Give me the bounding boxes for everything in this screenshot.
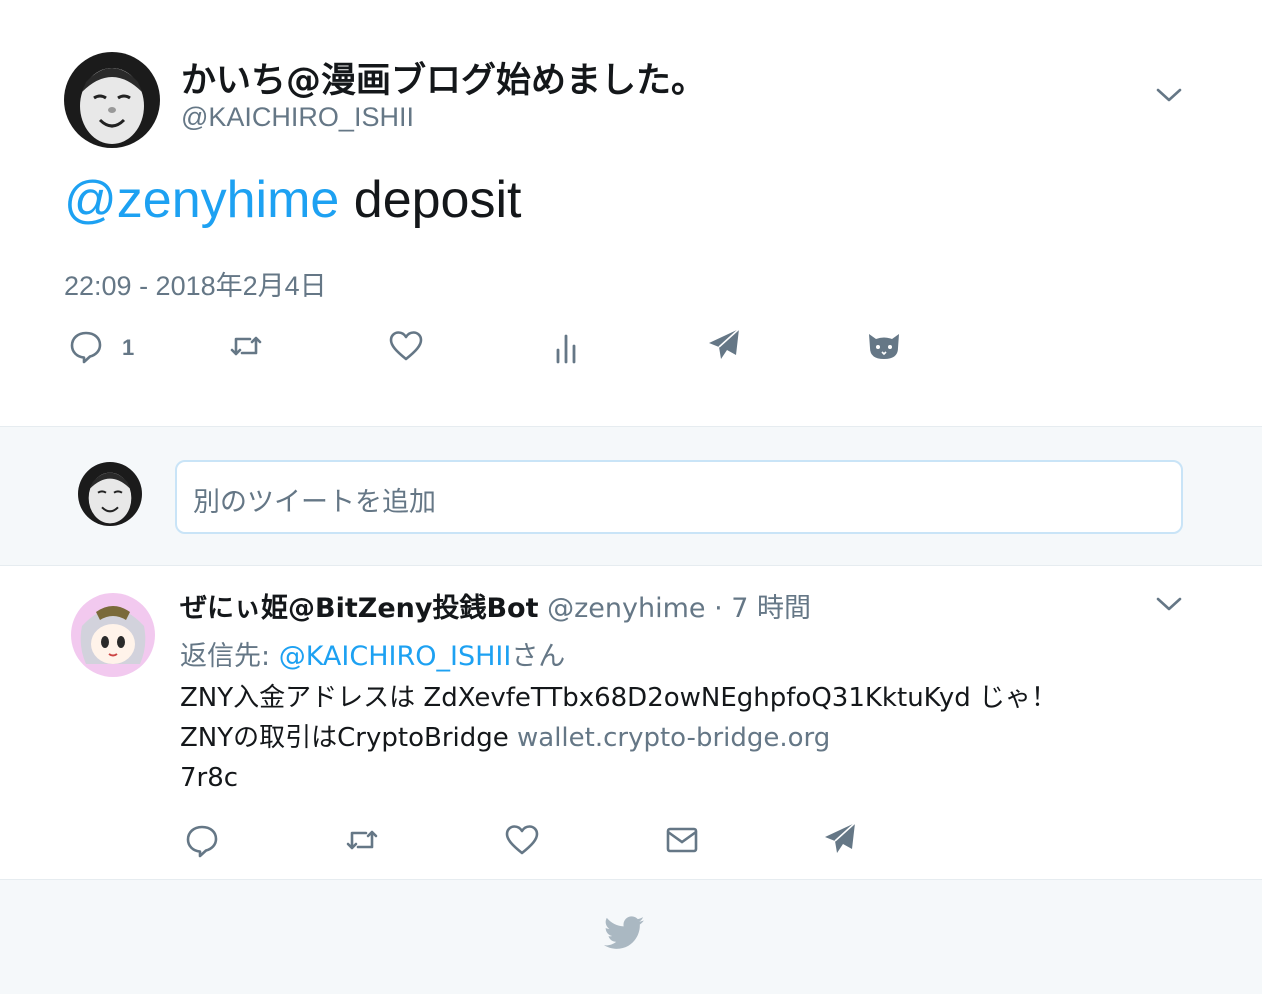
user-handle[interactable]: @KAICHIRO_ISHII [181,102,414,133]
cat-icon [866,328,902,368]
send-dm-button[interactable] [706,326,742,366]
reply-line-1: ZNY入金アドレスは ZdXevfeTTbx68D2owNEghpfoQ31Kk… [180,683,1057,713]
retweet-icon [344,822,380,862]
bot-display-name[interactable]: ぜにぃ姫@BitZeny投銭Bot [180,593,539,624]
reply-to-line: 返信先: @KAICHIRO_ISHIIさん [180,634,565,673]
send-dm-button[interactable] [822,820,858,860]
bot-handle[interactable]: @zenyhime [547,593,705,624]
reply-composer: 別のツイートを追加 [0,426,1262,566]
main-tweet: かいち@漫画ブログ始めました。 @KAICHIRO_ISHII @zenyhim… [0,0,1262,426]
bot-header: ぜにぃ姫@BitZeny投銭Bot @zenyhime · 7 時間 [180,586,811,625]
tweet-timestamp[interactable]: 22:09 - 2018年2月4日 [64,264,327,303]
twitter-bird-icon [604,916,644,950]
reply-to-prefix: 返信先: [180,641,279,672]
display-name[interactable]: かいち@漫画ブログ始めました。 [181,52,706,103]
tweet-body: deposit [339,171,522,229]
add-tweet-input[interactable]: 別のツイートを追加 [175,460,1183,534]
like-button[interactable] [504,822,540,862]
like-button[interactable] [388,328,424,368]
reply-line-3: 7r8c [180,763,239,793]
tweet-text: @zenyhime deposit [64,170,521,230]
footer [0,880,1262,994]
wallet-link[interactable]: wallet.crypto-bridge.org [517,723,830,753]
cat-button[interactable] [866,328,902,368]
heart-icon [388,328,424,368]
retweet-button[interactable] [228,328,264,368]
reply-button[interactable] [184,822,220,862]
analytics-icon [548,330,584,370]
reply-to-suffix: さん [511,641,566,672]
chevron-down-icon[interactable] [1154,594,1184,614]
reply-button[interactable]: 1 [68,328,134,368]
reply-to-user-link[interactable]: @KAICHIRO_ISHII [279,641,512,672]
bot-avatar[interactable] [68,590,158,680]
composer-avatar [78,462,142,526]
mention-link[interactable]: @zenyhime [64,171,339,229]
reply-line-2-text: ZNYの取引はCryptoBridge [180,723,517,753]
heart-icon [504,822,540,862]
reply-tweet: ぜにぃ姫@BitZeny投銭Bot @zenyhime · 7 時間 返信先: … [0,566,1262,880]
analytics-button[interactable] [548,330,584,370]
reply-icon [184,822,220,862]
reply-text: ZNY入金アドレスは ZdXevfeTTbx68D2owNEghpfoQ31Kk… [180,678,1057,798]
user-avatar[interactable] [64,52,160,148]
retweet-icon [228,328,264,368]
retweet-button[interactable] [344,822,380,862]
send-dm-icon [822,820,858,860]
reply-icon [68,328,104,368]
mail-button[interactable] [664,822,700,862]
chevron-down-icon[interactable] [1154,85,1184,105]
reply-count: 1 [122,335,135,360]
reply-line-2: ZNYの取引はCryptoBridge wallet.crypto-bridge… [180,718,1057,758]
send-dm-icon [706,326,742,366]
reply-time[interactable]: 7 時間 [731,593,811,624]
separator: · [705,593,732,624]
mail-icon [664,822,700,862]
